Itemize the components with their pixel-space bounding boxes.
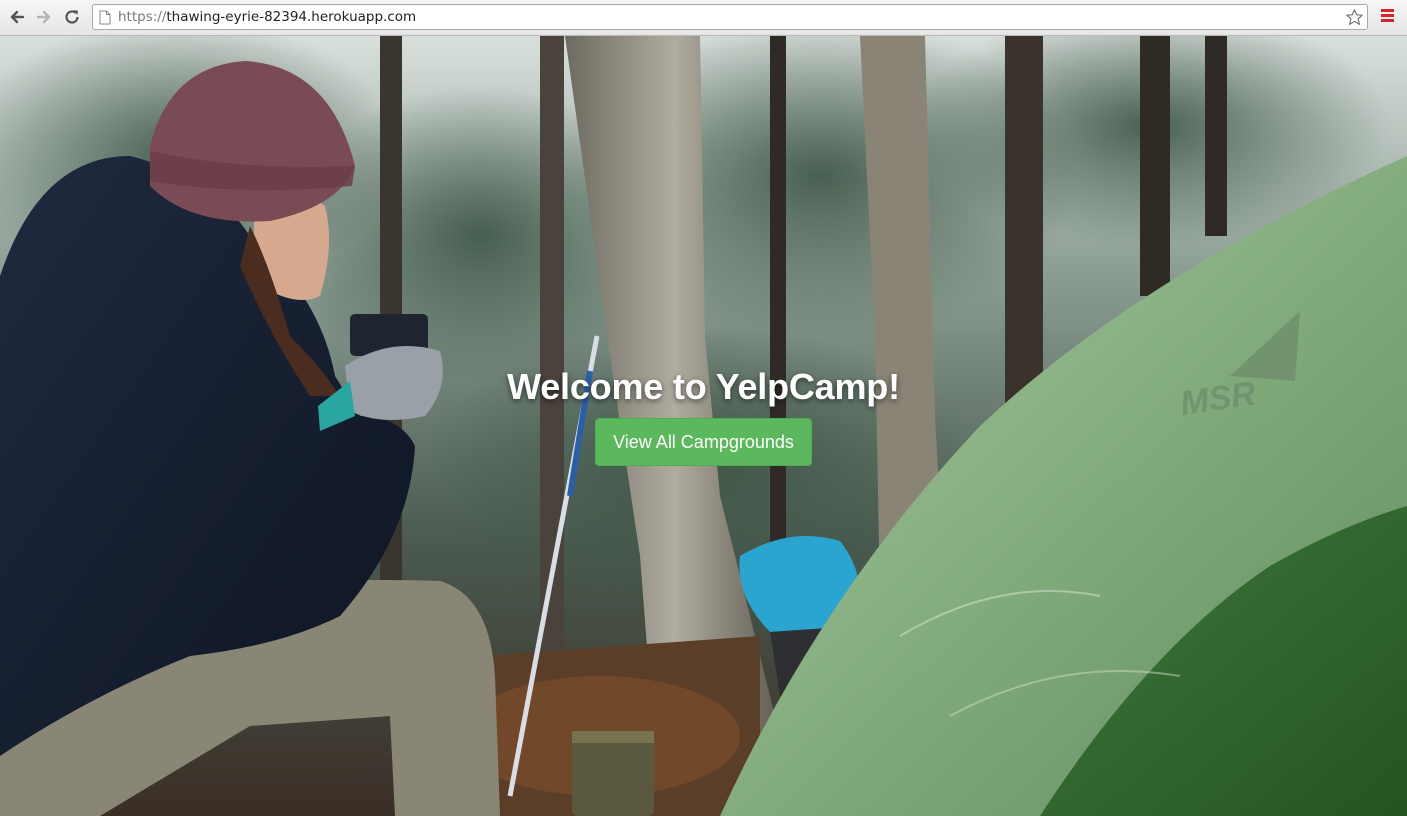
- browser-menu-button[interactable]: [1378, 9, 1396, 27]
- menu-icon: [1378, 9, 1396, 22]
- forward-arrow-icon: [36, 10, 51, 24]
- back-button[interactable]: [7, 7, 27, 27]
- bookmark-button[interactable]: [1344, 7, 1364, 27]
- view-all-campgrounds-button[interactable]: View All Campgrounds: [595, 418, 812, 466]
- url-text: https://thawing-eyrie-82394.herokuapp.co…: [118, 9, 416, 25]
- forward-button[interactable]: [34, 7, 54, 27]
- back-arrow-icon: [10, 10, 25, 24]
- page-title: Welcome to YelpCamp!: [507, 366, 900, 407]
- hero: Welcome to YelpCamp! View All Campground…: [0, 366, 1407, 466]
- reload-button[interactable]: [62, 7, 82, 27]
- url-scheme: https://: [118, 9, 167, 25]
- reload-icon: [65, 10, 79, 24]
- url-host: thawing-eyrie-82394.herokuapp.com: [166, 9, 417, 25]
- address-bar[interactable]: https://thawing-eyrie-82394.herokuapp.co…: [92, 4, 1368, 30]
- landing-page: MSR Welcome to YelpCamp! View All Campgr…: [0, 36, 1407, 816]
- browser-toolbar: https://thawing-eyrie-82394.herokuapp.co…: [0, 0, 1407, 36]
- page-icon: [99, 10, 111, 25]
- star-icon: [1345, 8, 1363, 25]
